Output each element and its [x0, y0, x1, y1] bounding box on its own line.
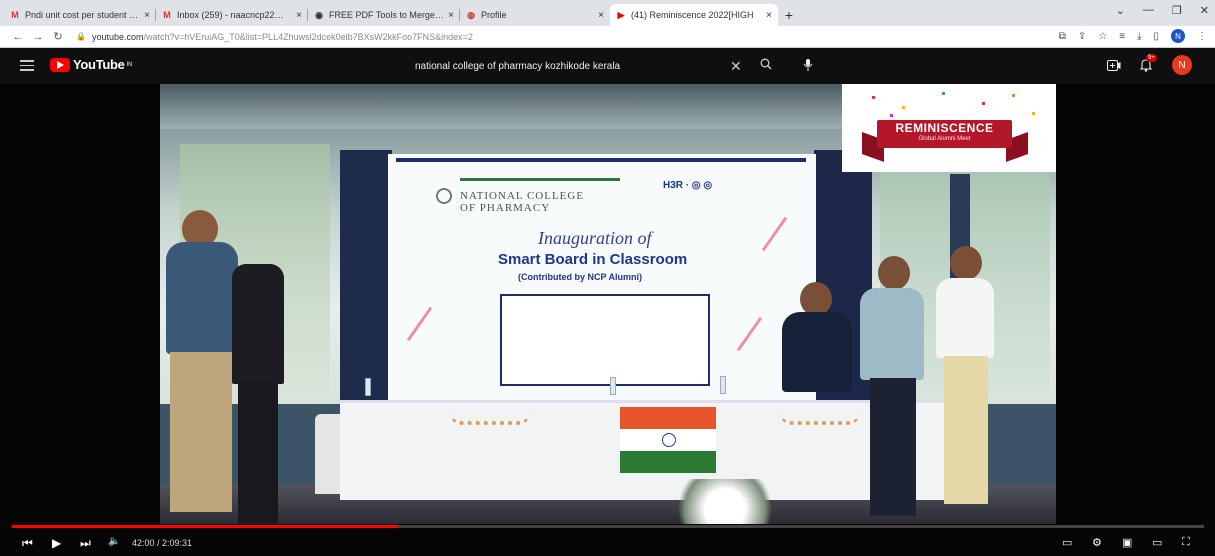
banner-inauguration: Inauguration of	[538, 228, 652, 248]
search-input[interactable]: national college of pharmacy kozhikode k…	[415, 61, 620, 72]
browser-tab[interactable]: M Pndi unit cost per student - nac ×	[4, 4, 156, 26]
video-player[interactable]: NATIONAL COLLEGE OF PHARMACY H3R · ◎ ◎ I…	[0, 84, 1215, 556]
youtube-header: YouTube IN national college of pharmacy …	[0, 48, 1215, 84]
fullscreen-icon[interactable]: ⛶	[1182, 536, 1190, 549]
browser-tab-strip: M Pndi unit cost per student - nac × M I…	[0, 0, 1215, 26]
youtube-logo[interactable]: YouTube IN	[50, 57, 132, 72]
banner-subtitle: (Contributed by NCP Alumni)	[518, 272, 642, 282]
gmail-icon: M	[11, 10, 19, 20]
youtube-play-icon	[50, 57, 70, 72]
menu-icon[interactable]: ⋮	[1197, 31, 1207, 42]
reload-icon[interactable]: ↻	[48, 30, 68, 43]
time-display: 42:00 / 2:09:31	[132, 538, 193, 548]
play-icon[interactable]: ▶	[52, 536, 61, 550]
browser-tab[interactable]: M Inbox (259) - naacncp22@gmai ×	[156, 4, 308, 26]
restore-icon[interactable]: ❐	[1172, 4, 1182, 17]
profile-avatar[interactable]: N	[1171, 29, 1185, 43]
reminiscence-logo: REMINISCENCE Global Alumni Meet	[842, 84, 1056, 172]
person	[232, 236, 288, 524]
college-emblem-icon	[436, 188, 452, 204]
close-tab-icon[interactable]: ×	[296, 10, 302, 21]
browser-tab[interactable]: ◍ Profile ×	[460, 4, 610, 26]
miniplayer-icon[interactable]: ▣	[1122, 536, 1132, 549]
tab-search-icon[interactable]: ⌄	[1116, 4, 1125, 17]
gmail-icon: M	[163, 10, 171, 20]
close-window-icon[interactable]: ✕	[1200, 4, 1209, 17]
share-icon[interactable]: ⇪	[1078, 31, 1086, 42]
close-tab-icon[interactable]: ×	[144, 10, 150, 21]
close-tab-icon[interactable]: ×	[448, 10, 454, 21]
stage-table	[340, 400, 950, 500]
create-video-icon[interactable]	[1107, 60, 1121, 71]
progress-played	[12, 525, 399, 528]
pdf-tools-icon: ◉	[315, 10, 323, 20]
overlay-brand-text: REMINISCENCE	[895, 121, 994, 135]
youtube-icon: ▶	[617, 10, 625, 20]
search-icon[interactable]	[760, 58, 772, 70]
url-field[interactable]: 🔒 youtube.com/watch?v=hVEruiAG_T0&list=P…	[76, 32, 473, 42]
window-controls: ⌄ — ❐ ✕	[1116, 4, 1209, 17]
microphone-icon[interactable]	[803, 59, 813, 71]
address-bar: ← → ↻ 🔒 youtube.com/watch?v=hVEruiAG_T0&…	[0, 26, 1215, 48]
close-tab-icon[interactable]: ×	[598, 10, 604, 21]
person	[936, 246, 998, 514]
clear-search-icon[interactable]: ✕	[730, 58, 742, 75]
toolbar-icons: ⧉ ⇪ ☆ ≡ ⤓ ▯ N ⋮	[1059, 29, 1207, 43]
player-controls: ⏮ ▶ ⏭ 🔈 42:00 / 2:09:31 ▭ ⚙ ▣ ▭ ⛶	[0, 532, 1215, 556]
side-panel-icon[interactable]: ▯	[1153, 31, 1159, 42]
browser-tab[interactable]: ◉ FREE PDF Tools to Merge, Split ×	[308, 4, 460, 26]
reading-list-icon[interactable]: ≡	[1119, 31, 1125, 42]
lock-icon[interactable]: 🔒	[76, 32, 86, 41]
forward-icon[interactable]: →	[28, 31, 48, 43]
overlay-subtitle: Global Alumni Meet	[918, 136, 971, 142]
theater-mode-icon[interactable]: ▭	[1152, 536, 1162, 549]
settings-gear-icon[interactable]: ⚙	[1092, 536, 1102, 549]
back-icon[interactable]: ←	[8, 31, 28, 43]
volume-icon[interactable]: 🔈	[108, 536, 120, 547]
captions-icon[interactable]: ▭	[1062, 536, 1072, 549]
previous-icon[interactable]: ⏮	[22, 536, 33, 551]
profile-icon: ◍	[467, 10, 475, 20]
progress-bar[interactable]	[12, 525, 1204, 528]
browser-tab-active[interactable]: ▶ (41) Reminiscence 2022[HIGH ×	[610, 4, 778, 26]
download-icon[interactable]: ⤓	[1137, 31, 1141, 42]
close-tab-icon[interactable]: ×	[766, 10, 772, 21]
inauguration-banner: NATIONAL COLLEGE OF PHARMACY H3R · ◎ ◎ I…	[388, 154, 816, 402]
account-avatar[interactable]: N	[1172, 55, 1192, 75]
flower-arrangement	[665, 479, 785, 524]
notifications-badge: 9+	[1146, 54, 1157, 62]
google-lens-icon[interactable]: ⧉	[1059, 31, 1066, 42]
smart-board-screen	[500, 294, 710, 386]
indian-flag	[620, 407, 716, 473]
person	[860, 256, 930, 522]
minimize-icon[interactable]: —	[1143, 4, 1154, 17]
banner-title: Smart Board in Classroom	[498, 251, 688, 268]
new-tab-button[interactable]: +	[778, 4, 800, 26]
person	[782, 282, 854, 402]
bookmark-star-icon[interactable]: ☆	[1098, 31, 1107, 42]
banner-partner-logos: H3R · ◎ ◎	[663, 180, 713, 191]
hamburger-menu-icon[interactable]	[20, 60, 34, 71]
next-icon[interactable]: ⏭	[80, 536, 91, 551]
banner-college-name: NATIONAL COLLEGE OF PHARMACY	[460, 190, 585, 214]
